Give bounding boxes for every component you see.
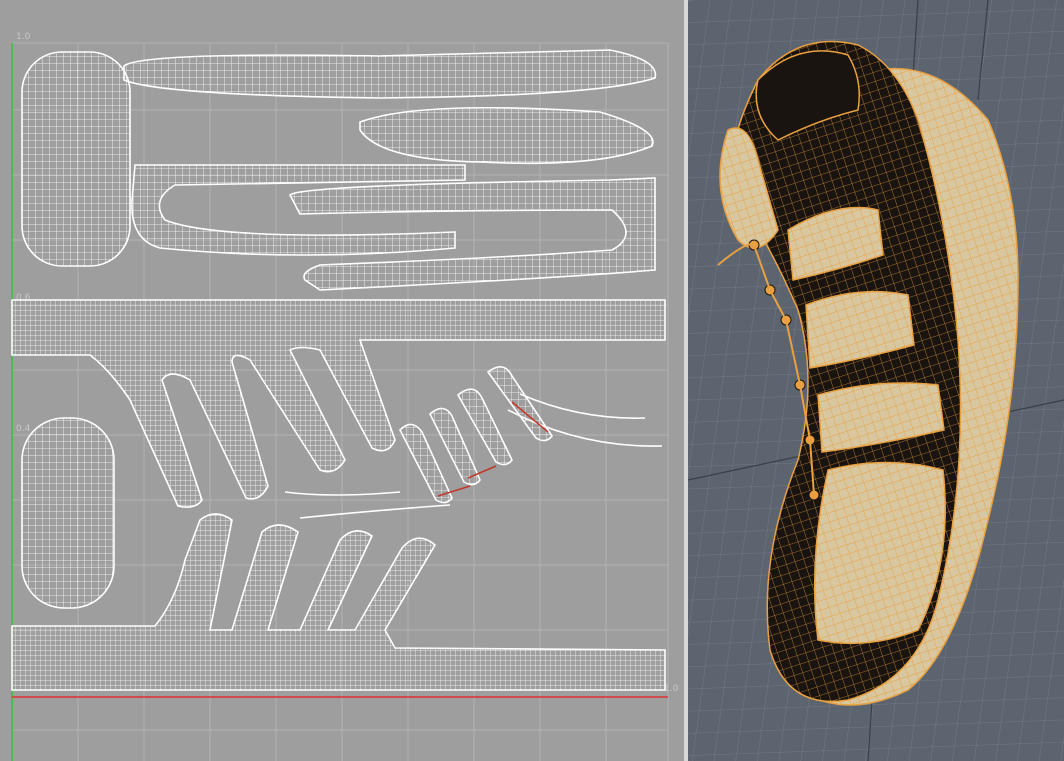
uv-island-insole-bottom[interactable]: [21, 417, 115, 609]
3d-viewport[interactable]: [688, 0, 1064, 761]
uv-island-collar-right[interactable]: [289, 177, 656, 291]
app-window: 1.0 0.6 0.4 1.0: [0, 0, 1064, 761]
v-tick-lower-label: 0.4: [16, 424, 31, 434]
uv-canvas[interactable]: 1.0 0.6 0.4 1.0: [0, 0, 684, 761]
3d-canvas[interactable]: [688, 0, 1064, 761]
uv-island-insole-top[interactable]: [21, 51, 131, 267]
uv-island-tongue-strip[interactable]: [123, 49, 657, 99]
uv-island-heel-tab[interactable]: [359, 106, 654, 165]
v-tick-top-label: 1.0: [16, 32, 31, 42]
uv-editor-panel[interactable]: 1.0 0.6 0.4 1.0: [0, 0, 684, 761]
u-tick-right-label: 1.0: [664, 684, 679, 694]
